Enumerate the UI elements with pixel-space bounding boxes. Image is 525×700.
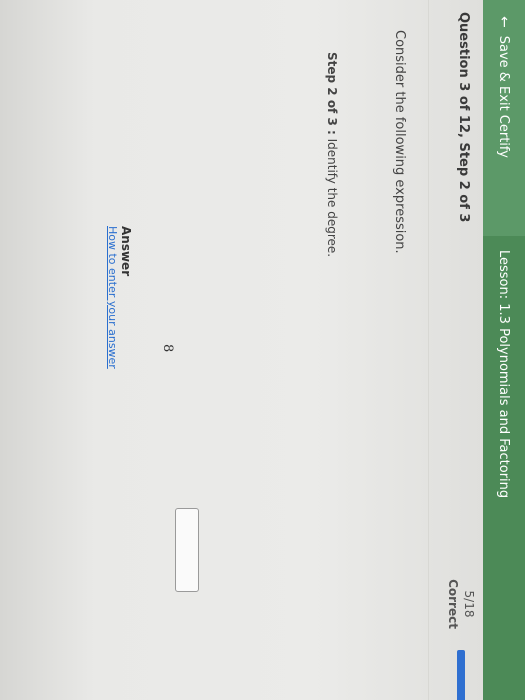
save-exit-button[interactable]: ← Save & Exit Certify (483, 0, 525, 236)
score-display: 5/18 Correct (445, 574, 477, 634)
answer-help-link[interactable]: How to enter your answer (106, 226, 119, 369)
question-label: Question 3 of 12, Step 2 of 3 (456, 12, 471, 223)
answer-label: Answer (119, 226, 133, 277)
top-bar: ← Save & Exit Certify Lesson: 1.3 Polyno… (483, 0, 525, 700)
screen: ← Save & Exit Certify Lesson: 1.3 Polyno… (0, 0, 525, 700)
score-status: Correct (446, 579, 460, 629)
step-prefix: Step 2 of 3 : (325, 52, 339, 135)
prompt-text: Consider the following expression. (392, 30, 407, 254)
question-header: Question 3 of 12, Step 2 of 3 5/18 Corre… (428, 0, 483, 700)
lesson-title: Lesson: 1.3 Polynomials and Factoring (496, 250, 512, 499)
lesson-page: ← Save & Exit Certify Lesson: 1.3 Polyno… (0, 0, 525, 700)
score-value: 5/18 (462, 590, 476, 618)
answer-input[interactable] (175, 508, 199, 592)
save-exit-label: Save & Exit Certify (496, 35, 512, 158)
step-text: Identify the degree. (325, 138, 339, 258)
back-arrow-icon: ← (496, 16, 512, 28)
progress-bar (457, 650, 465, 700)
step-instruction: Step 2 of 3 : Identify the degree. (325, 52, 339, 257)
math-expression: 8 (160, 344, 175, 353)
question-content: Consider the following expression. Step … (0, 0, 429, 700)
